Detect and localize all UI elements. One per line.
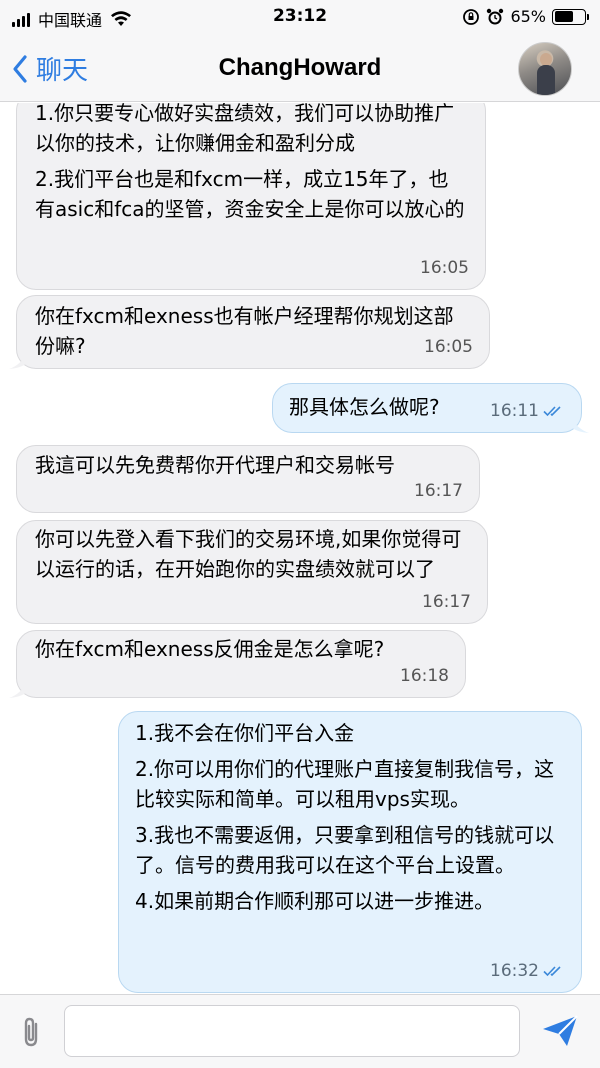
message-text: 2.你可以用你们的代理账户直接复制我信号，这比较实际和简单。可以租用vps实现。 xyxy=(135,757,555,811)
message-text: 1.你只要专心做好实盘绩效，我们可以协助推广以你的技术，让你赚佣金和盈利分成 xyxy=(35,103,455,155)
bubble-tail xyxy=(569,415,589,433)
message-text: 我這可以先免费帮你开代理户和交易帐号 xyxy=(35,453,395,477)
message-bubble-outgoing[interactable]: 1.我不会在你们平台入金 2.你可以用你们的代理账户直接复制我信号，这比较实际和… xyxy=(118,711,582,993)
message-timestamp: 16:32 xyxy=(490,961,539,981)
message-text: 你在fxcm和exness也有帐户经理帮你规划这部份嘛? xyxy=(35,304,454,358)
message-timestamp: 16:05 xyxy=(420,258,469,278)
composer-bar xyxy=(0,994,600,1068)
message-timestamp: 16:05 xyxy=(424,337,473,357)
paperclip-icon[interactable] xyxy=(18,1015,46,1049)
message-text: 3.我也不需要返佣，只要拿到租信号的钱就可以了。信号的费用我可以在这个平台上设置… xyxy=(135,823,555,877)
status-right: 65% xyxy=(462,7,589,26)
message-meta: 16:11 xyxy=(490,396,565,426)
message-input[interactable] xyxy=(64,1005,520,1057)
battery-percentage: 65% xyxy=(510,7,546,26)
status-bar: 中国联通 23:12 65% xyxy=(0,0,600,36)
message-timestamp: 16:11 xyxy=(490,401,539,421)
contact-avatar[interactable] xyxy=(518,42,572,96)
message-timestamp: 16:18 xyxy=(400,666,449,686)
battery-fill xyxy=(554,11,574,22)
bubble-tail xyxy=(9,351,29,369)
message-bubble-outgoing[interactable]: 那具体怎么做呢? 16:11 xyxy=(272,383,589,433)
message-text: 2.我们平台也是和fxcm一样，成立15年了，也有asic和fca的坚管，资金安… xyxy=(35,167,465,221)
alarm-icon xyxy=(487,8,504,24)
navigation-bar: 聊天 ChangHoward xyxy=(0,36,600,102)
message-meta: 16:32 xyxy=(490,956,565,986)
orientation-lock-icon xyxy=(463,8,480,25)
message-text: 你可以先登入看下我们的交易环境,如果你觉得可以运行的话，在开始跑你的实盘绩效就可… xyxy=(35,527,462,581)
message-timestamp: 16:17 xyxy=(422,592,471,612)
message-bubble-incoming[interactable]: 你在fxcm和exness反佣金是怎么拿呢? 16:18 xyxy=(9,630,466,698)
battery-icon xyxy=(552,8,589,25)
message-timestamp: 16:17 xyxy=(414,481,463,501)
chat-title: ChangHoward xyxy=(218,54,382,81)
message-bubble-incoming[interactable]: 你在fxcm和exness也有帐户经理帮你规划这部份嘛? 16:05 xyxy=(9,295,490,369)
message-text: 你在fxcm和exness反佣金是怎么拿呢? xyxy=(35,637,385,661)
message-bubble-incoming[interactable]: 你可以先登入看下我们的交易环境,如果你觉得可以运行的话，在开始跑你的实盘绩效就可… xyxy=(16,520,488,624)
bubble-tail xyxy=(9,680,29,698)
message-text: 1.我不会在你们平台入金 xyxy=(135,721,355,745)
message-text: 4.如果前期合作顺利那可以进一步推进。 xyxy=(135,889,495,913)
double-check-icon xyxy=(543,966,561,977)
message-list[interactable]: 1.你只要专心做好实盘绩效，我们可以协助推广以你的技术，让你赚佣金和盈利分成 2… xyxy=(0,103,600,994)
double-check-icon xyxy=(543,406,561,417)
message-bubble-incoming[interactable]: 我這可以先免费帮你开代理户和交易帐号 16:17 xyxy=(16,445,480,513)
message-bubble-incoming[interactable]: 1.你只要专心做好实盘绩效，我们可以协助推广以你的技术，让你赚佣金和盈利分成 2… xyxy=(16,103,486,290)
send-icon[interactable] xyxy=(540,1013,580,1049)
